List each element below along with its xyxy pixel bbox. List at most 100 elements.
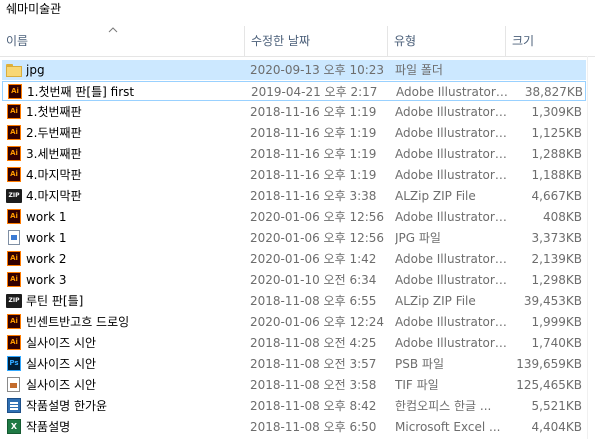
illustrator-icon: Ai bbox=[6, 125, 22, 141]
file-size: 1,125KB bbox=[531, 126, 582, 140]
file-name: 루틴 판[틀] bbox=[26, 294, 84, 308]
file-row[interactable]: jpg 2020-09-13 오후 10:23 파일 폴더 bbox=[2, 60, 586, 80]
file-type: Adobe Illustrator ... bbox=[395, 168, 507, 182]
folder-icon bbox=[6, 62, 22, 78]
file-row[interactable]: Ai 1.첫번째 판[틀] first 2019-04-21 오후 2:17 Adob… bbox=[2, 81, 586, 101]
file-name: work 1 bbox=[26, 231, 67, 245]
file-type: 한컴오피스 한글 ... bbox=[395, 399, 492, 413]
file-row[interactable]: Ai work 1 2020-01-06 오후 12:56 Adobe Illustr… bbox=[2, 207, 586, 227]
file-row[interactable]: X 작품설명 2018-11-08 오후 6:50 Microsoft Excel .… bbox=[2, 417, 586, 437]
photoshop-icon: Ps bbox=[6, 356, 22, 372]
file-size: 4,404KB bbox=[531, 420, 582, 434]
file-date: 2018-11-08 오전 3:58 bbox=[250, 378, 377, 392]
illustrator-icon: Ai bbox=[6, 335, 22, 351]
file-date: 2018-11-08 오전 4:25 bbox=[250, 336, 377, 350]
column-size[interactable]: 크기 bbox=[506, 26, 586, 56]
file-row[interactable]: Ai 1.첫번째판 2018-11-16 오후 1:19 Adobe Illustra… bbox=[2, 102, 586, 122]
file-name: 1.첫번째 판[틀] first bbox=[27, 85, 135, 99]
column-date[interactable]: 수정한 날짜 bbox=[245, 26, 388, 56]
file-row[interactable]: Ai 3.세번째판 2018-11-16 오후 1:19 Adobe Illustra… bbox=[2, 144, 586, 164]
file-type: Adobe Illustrator ... bbox=[395, 147, 507, 161]
file-size: 1,999KB bbox=[531, 315, 582, 329]
zip-icon: ZIP bbox=[6, 293, 22, 309]
folder-title: 쉐마미술관 bbox=[6, 2, 62, 16]
column-header: 이름 수정한 날짜 유형 크기 bbox=[0, 26, 595, 57]
zip-icon: ZIP bbox=[6, 188, 22, 204]
file-name: 실사이즈 시안 bbox=[26, 357, 97, 371]
file-type: Adobe Illustrator ... bbox=[395, 252, 507, 266]
file-size: 1,309KB bbox=[531, 105, 582, 119]
illustrator-icon: Ai bbox=[6, 146, 22, 162]
file-date: 2020-01-06 오후 12:56 bbox=[250, 231, 385, 245]
file-type: TIF 파일 bbox=[395, 378, 439, 392]
file-type: Adobe Illustrator ... bbox=[396, 85, 508, 99]
file-name: work 1 bbox=[26, 210, 67, 224]
file-name: 작품설명 한가윤 bbox=[26, 399, 108, 413]
file-date: 2018-11-16 오후 1:19 bbox=[250, 126, 377, 140]
file-type: Adobe Illustrator ... bbox=[395, 336, 507, 350]
file-size: 408KB bbox=[542, 210, 582, 224]
file-date: 2019-04-21 오후 2:17 bbox=[251, 85, 378, 99]
file-name: 실사이즈 시안 bbox=[26, 336, 97, 350]
file-size: 1,288KB bbox=[531, 147, 582, 161]
file-date: 2018-11-08 오후 8:42 bbox=[250, 399, 377, 413]
excel-icon: X bbox=[6, 419, 22, 435]
file-type: Adobe Illustrator ... bbox=[395, 210, 507, 224]
file-row[interactable]: Ai 실사이즈 시안 2018-11-08 오전 4:25 Adobe Illustr… bbox=[2, 333, 586, 353]
file-name: 2.두번째판 bbox=[26, 126, 82, 140]
file-row[interactable]: work 1 2020-01-06 오후 12:56 JPG 파일 3,373KB bbox=[2, 228, 586, 248]
file-size: 39,453KB bbox=[523, 294, 582, 308]
hwp-icon bbox=[6, 398, 22, 414]
file-row[interactable]: ZIP 4.마지막판 2018-11-16 오후 3:38 ALZip ZIP Fil… bbox=[2, 186, 586, 206]
file-name: jpg bbox=[26, 63, 45, 77]
file-date: 2018-11-08 오전 3:57 bbox=[250, 357, 377, 371]
file-size: 125,465KB bbox=[516, 378, 582, 392]
file-size: 38,827KB bbox=[524, 85, 583, 99]
file-name: 실사이즈 시안 bbox=[26, 378, 97, 392]
scroll-edge bbox=[587, 56, 588, 439]
file-size: 5,521KB bbox=[531, 399, 582, 413]
file-name: work 2 bbox=[26, 252, 67, 266]
file-date: 2018-11-16 오후 1:19 bbox=[250, 105, 377, 119]
file-size: 2,139KB bbox=[531, 252, 582, 266]
file-size bbox=[510, 60, 582, 80]
file-name: 작품설명 bbox=[26, 420, 71, 434]
file-date: 2018-11-08 오후 6:50 bbox=[250, 420, 377, 434]
column-name[interactable]: 이름 bbox=[0, 26, 245, 56]
file-row[interactable]: 작품설명 한가윤 2018-11-08 오후 8:42 한컴오피스 한글 ... 5,… bbox=[2, 396, 586, 416]
file-name: work 3 bbox=[26, 273, 67, 287]
file-type: Adobe Illustrator ... bbox=[395, 273, 507, 287]
file-size: 139,659KB bbox=[516, 357, 582, 371]
file-date: 2018-11-16 오후 1:19 bbox=[250, 147, 377, 161]
file-row[interactable]: Ai 빈센트반고흐 드로잉 2020-01-06 오후 12:24 Adobe Ill… bbox=[2, 312, 586, 332]
jpg-icon bbox=[6, 230, 22, 246]
file-date: 2020-01-06 오후 1:42 bbox=[250, 252, 377, 266]
file-name: 1.첫번째판 bbox=[26, 105, 82, 119]
file-type: Adobe Illustrator ... bbox=[395, 315, 507, 329]
file-name: 3.세번째판 bbox=[26, 147, 82, 161]
file-name: 빈센트반고흐 드로잉 bbox=[26, 315, 130, 329]
file-size: 1,298KB bbox=[531, 273, 582, 287]
file-date: 2020-09-13 오후 10:23 bbox=[250, 63, 385, 77]
file-type: ALZip ZIP File bbox=[395, 189, 476, 203]
file-date: 2018-11-08 오후 6:55 bbox=[250, 294, 377, 308]
file-row[interactable]: Ai 2.두번째판 2018-11-16 오후 1:19 Adobe Illustra… bbox=[2, 123, 586, 143]
file-date: 2020-01-06 오후 12:24 bbox=[250, 315, 385, 329]
file-size: 4,667KB bbox=[531, 189, 582, 203]
file-date: 2020-01-06 오후 12:56 bbox=[250, 210, 385, 224]
column-type[interactable]: 유형 bbox=[388, 26, 506, 56]
file-row[interactable]: Ai 4.마지막판 2018-11-16 오후 1:19 Adobe Illustra… bbox=[2, 165, 586, 185]
file-row[interactable]: Ai work 2 2020-01-06 오후 1:42 Adobe Illustra… bbox=[2, 249, 586, 269]
file-row[interactable]: Ai work 3 2020-01-10 오전 6:34 Adobe Illustra… bbox=[2, 270, 586, 290]
file-type: 파일 폴더 bbox=[395, 63, 443, 77]
file-row[interactable]: Ps 실사이즈 시안 2018-11-08 오전 3:57 PSB 파일 139,659… bbox=[2, 354, 586, 374]
file-row[interactable]: ZIP 루틴 판[틀] 2018-11-08 오후 6:55 ALZip ZIP Fi… bbox=[2, 291, 586, 311]
file-date: 2020-01-10 오전 6:34 bbox=[250, 273, 377, 287]
file-date: 2018-11-16 오후 3:38 bbox=[250, 189, 377, 203]
file-name: 4.마지막판 bbox=[26, 168, 82, 182]
file-name: 4.마지막판 bbox=[26, 189, 82, 203]
illustrator-icon: Ai bbox=[6, 314, 22, 330]
file-type: PSB 파일 bbox=[395, 357, 444, 371]
sort-ascending-icon bbox=[108, 27, 118, 33]
file-row[interactable]: 실사이즈 시안 2018-11-08 오전 3:58 TIF 파일 125,465KB bbox=[2, 375, 586, 395]
